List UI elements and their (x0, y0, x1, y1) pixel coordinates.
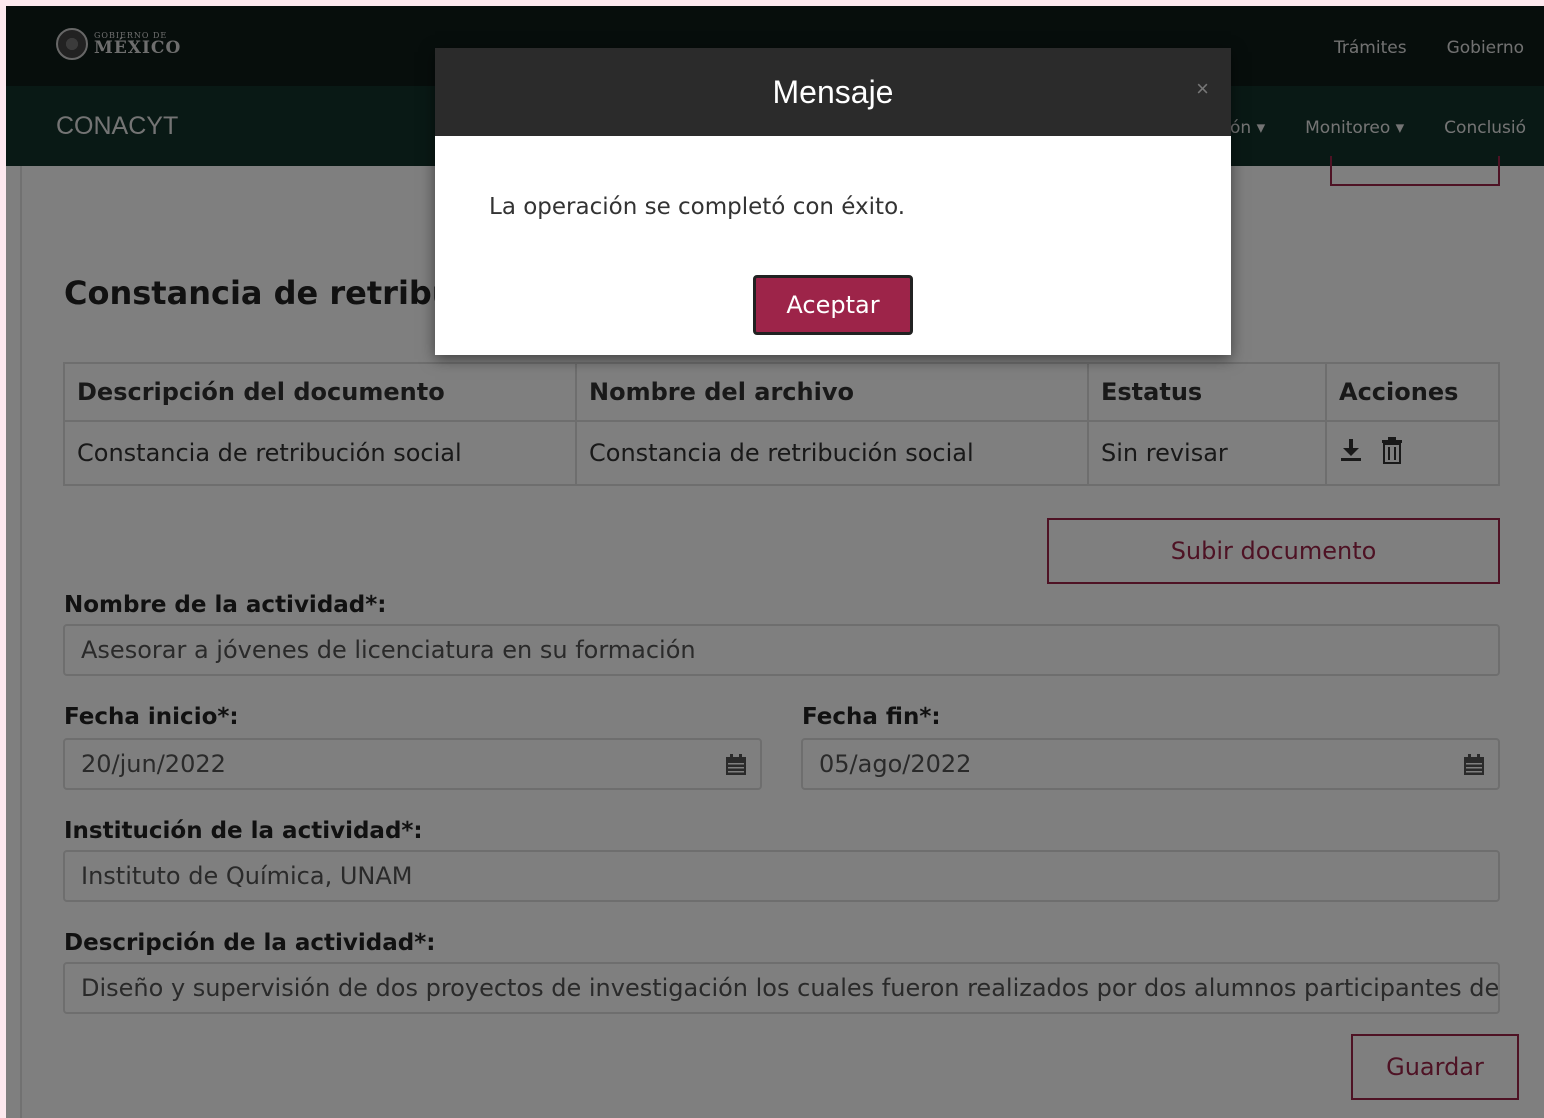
dialog-header: Mensaje × (435, 48, 1231, 136)
dialog-message: La operación se completó con éxito. (489, 194, 906, 220)
app-window: GOBIERNO DE MÉXICO Trámites Gobierno CON… (6, 6, 1544, 1118)
accept-button[interactable]: Aceptar (753, 275, 913, 335)
close-icon[interactable]: × (1196, 76, 1209, 102)
dialog-title: Mensaje (772, 73, 894, 110)
message-dialog: Mensaje × La operación se completó con é… (435, 48, 1231, 355)
